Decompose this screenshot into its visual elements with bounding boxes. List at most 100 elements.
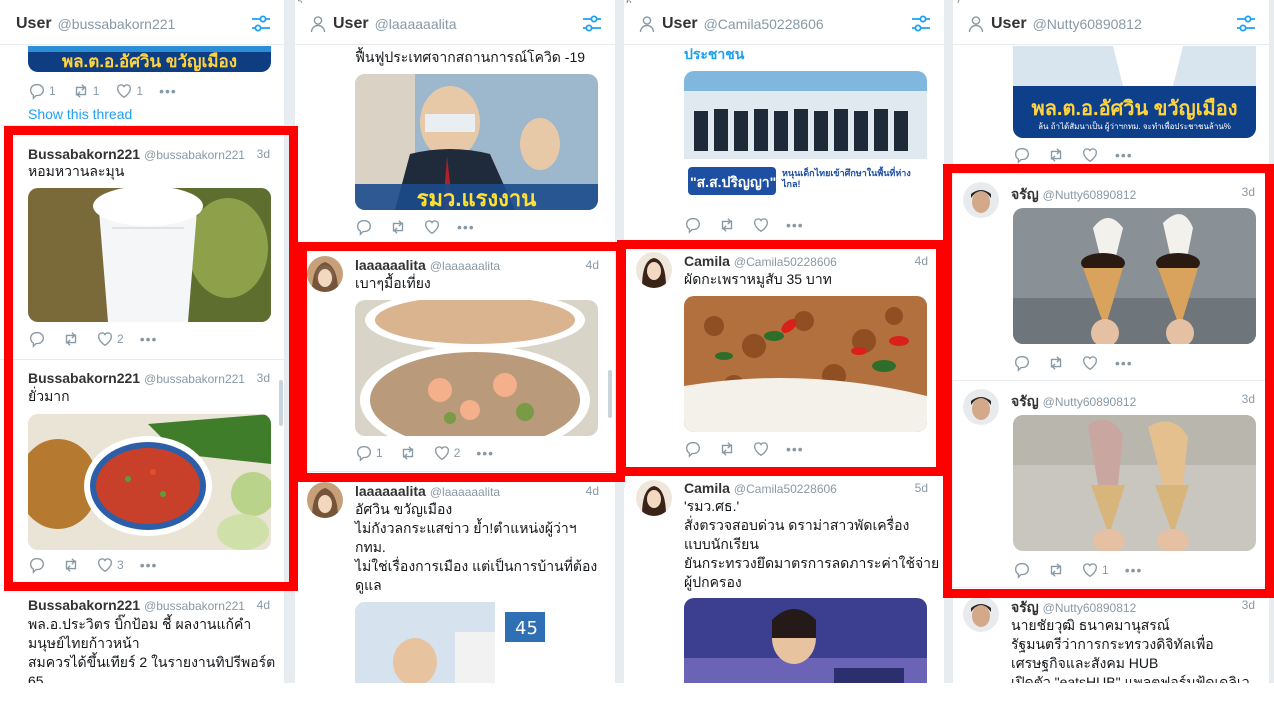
tweet-image-campaign[interactable]: พล.ต.อ.อัศวิน ขวัญเมือง ล้น ถ้าได้สัมนาเ…	[1013, 46, 1256, 138]
tweet[interactable]: จรัญ @Nutty60890812 3d 1 •••	[953, 381, 1269, 588]
tweet-text: เบาๆมื้อเที่ยง	[355, 275, 431, 291]
tweet-author[interactable]: Bussabakorn221 @bussabakorn221	[28, 146, 245, 162]
tweet-text: ผัดกะเพราหมูสับ 35 บาท	[684, 271, 832, 287]
retweet-button[interactable]	[62, 330, 80, 348]
tweet-image-basil-pork[interactable]	[684, 296, 927, 432]
tweet-image-ice-cream-cones[interactable]	[1013, 208, 1256, 344]
tweet-image-minister-education[interactable]	[684, 598, 927, 683]
tweet-image-group-photo[interactable]: "ส.ส.ปริญญา" หนุนเด็กไทยเข้าศึกษาในพื้นท…	[684, 71, 927, 205]
retweet-button[interactable]	[389, 218, 407, 236]
tweet-handle: @bussabakorn221	[144, 599, 245, 613]
tweet[interactable]: จรัญ @Nutty60890812 3d •••	[953, 174, 1269, 381]
tweet-author[interactable]: Camila @Camila50228606	[684, 480, 837, 496]
more-options-icon[interactable]: •••	[140, 331, 158, 347]
more-options-icon[interactable]: •••	[457, 219, 475, 235]
avatar[interactable]	[636, 252, 672, 288]
like-button[interactable]	[752, 440, 770, 458]
reply-button[interactable]: 1	[28, 82, 56, 100]
like-button[interactable]	[752, 216, 770, 234]
retweet-button[interactable]	[1047, 146, 1065, 164]
column-handle: @Camila50228606	[703, 15, 824, 32]
avatar[interactable]	[307, 482, 343, 518]
tweet[interactable]: laaaaaalita @laaaaaalita 4d อัศวิน ขวัญเม…	[295, 472, 615, 683]
like-button[interactable]: 1	[1081, 561, 1109, 579]
column-header: User @laaaaaalita	[295, 3, 615, 45]
tweet-image[interactable]: พล.ต.อ.อัศวิน ขวัญเมือง	[28, 46, 271, 72]
tweet[interactable]: Camila @Camila50228606 5d 'รมว.ศธ.' สั่งต…	[624, 472, 944, 683]
more-options-icon[interactable]: •••	[159, 83, 177, 99]
tweet[interactable]: Bussabakorn221 @bussabakorn221 3d ยั่วมาก…	[0, 360, 284, 586]
more-options-icon[interactable]: •••	[1125, 562, 1143, 578]
reply-button[interactable]	[28, 556, 46, 574]
tweet-author[interactable]: laaaaaalita @laaaaaalita	[355, 483, 500, 499]
reply-button[interactable]	[1013, 146, 1031, 164]
tweet-author[interactable]: จรัญ @Nutty60890812	[1011, 184, 1136, 206]
reply-icon	[686, 442, 700, 458]
tweet-image-vaccination[interactable]: 45	[355, 602, 598, 683]
column-settings-icon[interactable]	[910, 13, 932, 35]
reply-icon	[1015, 563, 1029, 579]
avatar[interactable]	[963, 389, 999, 425]
avatar[interactable]	[636, 480, 672, 516]
column-scrollbar[interactable]	[279, 380, 283, 426]
tweet-author[interactable]: จรัญ @Nutty60890812	[1011, 391, 1136, 413]
retweet-button[interactable]	[1047, 561, 1065, 579]
reply-button[interactable]	[1013, 561, 1031, 579]
like-button[interactable]	[423, 218, 441, 236]
tweet[interactable]: laaaaaalita @laaaaaalita 4d เบาๆมื้อเที่ย…	[295, 246, 615, 472]
column-settings-icon[interactable]	[1235, 13, 1257, 35]
tweet-image-coconut-smoothie[interactable]	[28, 188, 271, 322]
tweet[interactable]: Camila @Camila50228606 4d ผัดกะเพราหมูสับ…	[624, 246, 944, 472]
tweet-time: 4d	[914, 254, 928, 268]
like-button[interactable]	[1081, 354, 1099, 372]
like-button[interactable]: 1	[115, 82, 143, 100]
retweet-button[interactable]	[1047, 354, 1065, 372]
tweet-image-noodle-soup[interactable]	[355, 300, 598, 436]
retweet-count: 1	[92, 84, 100, 98]
tweet-image-chili-dip[interactable]	[28, 414, 271, 550]
avatar[interactable]	[963, 182, 999, 218]
tweet-author[interactable]: Bussabakorn221 @bussabakorn221	[28, 597, 245, 613]
heart-icon	[117, 84, 132, 99]
reply-button[interactable]	[355, 218, 373, 236]
tweet-author[interactable]: laaaaaalita @laaaaaalita	[355, 257, 500, 273]
more-options-icon[interactable]: •••	[140, 557, 158, 573]
column-feed: ประชาชน "ส.ส.ปริญญา" หนุนเด็กไทยเข้าศึกษ…	[624, 46, 944, 683]
avatar[interactable]	[963, 596, 999, 632]
tweet[interactable]: Bussabakorn221 @bussabakorn221 3d หอมหวาน…	[0, 138, 284, 360]
retweet-button[interactable]: 1	[72, 82, 100, 100]
like-button[interactable]: 2	[96, 330, 124, 348]
more-options-icon[interactable]: •••	[1115, 147, 1133, 163]
retweet-button[interactable]	[718, 440, 736, 458]
more-options-icon[interactable]: •••	[786, 217, 804, 233]
avatar[interactable]	[307, 256, 343, 292]
retweet-button[interactable]	[718, 216, 736, 234]
more-options-icon[interactable]: •••	[1115, 355, 1133, 371]
column-settings-icon[interactable]	[581, 13, 603, 35]
like-button[interactable]: 2	[433, 444, 460, 462]
column-nutty60890812: 7 User @Nutty60890812 พล.ต.อ.อัศวิน ขวัญ…	[953, 0, 1269, 683]
tweet-author[interactable]: Camila @Camila50228606	[684, 253, 837, 269]
like-button[interactable]: 3	[96, 556, 124, 574]
column-scrollbar[interactable]	[608, 370, 612, 418]
column-feed: พล.ต.อ.อัศวิน ขวัญเมือง 1 1 1 ••• Show t…	[0, 46, 284, 683]
reply-button[interactable]	[684, 440, 702, 458]
tweet[interactable]: จรัญ @Nutty60890812 3d นายชัยวุฒิ ธนาคมาน…	[953, 588, 1269, 683]
reply-button[interactable]: 1	[355, 444, 383, 462]
retweet-button[interactable]	[399, 444, 417, 462]
reply-button[interactable]	[28, 330, 46, 348]
reply-button[interactable]	[684, 216, 702, 234]
column-settings-icon[interactable]	[250, 13, 272, 35]
reply-button[interactable]	[1013, 354, 1031, 372]
more-options-icon[interactable]: •••	[786, 441, 804, 457]
tweet[interactable]: Bussabakorn221 @bussabakorn221 4d พล.อ.ปร…	[0, 586, 284, 683]
tweet-author[interactable]: Bussabakorn221 @bussabakorn221	[28, 370, 245, 386]
retweet-button[interactable]	[62, 556, 80, 574]
more-options-icon[interactable]: •••	[476, 445, 494, 461]
column-feed: พล.ต.อ.อัศวิน ขวัญเมือง ล้น ถ้าได้สัมนาเ…	[953, 46, 1269, 683]
tweet-image-minister[interactable]: รมว.แรงงาน	[355, 74, 598, 210]
show-thread-link[interactable]: Show this thread	[28, 106, 132, 122]
reply-count: 1	[49, 84, 56, 98]
like-button[interactable]	[1081, 146, 1099, 164]
tweet-image-soft-serve[interactable]	[1013, 415, 1256, 551]
